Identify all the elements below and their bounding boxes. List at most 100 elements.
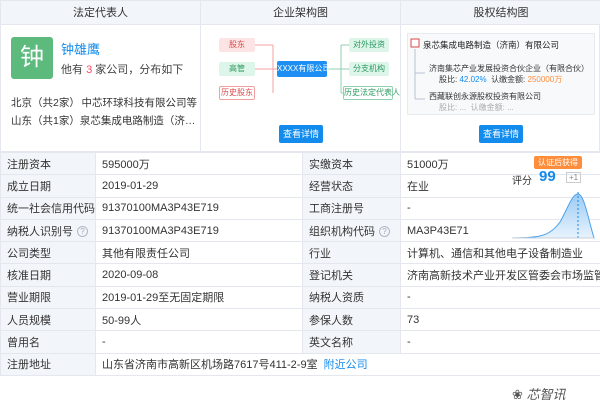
field-value-text: - — [407, 291, 411, 304]
field-label-text: 英文名称 — [309, 337, 353, 350]
field-label-text: 实缴资本 — [309, 158, 353, 171]
region-row-shandong[interactable]: 山东（共1家） 泉芯集成电路制造（济...等 — [11, 113, 197, 128]
field-label: 工商注册号 — [302, 196, 401, 220]
legal-rep-panel: 法定代表人 钟 钟雄鹰 他有 3 家公司，分布如下 北京（共2家） 中芯环球科技… — [1, 1, 201, 153]
equity-panel: 股权结构图 泉芯集成电路制造（济南）有限公司 济南集芯产业发展投资合伙企业（有限… — [401, 1, 600, 153]
org-node-history-shareholder: 历史股东 — [219, 86, 255, 100]
legal-rep-title: 法定代表人 — [1, 1, 200, 25]
field-value-text: 2019-01-29 — [102, 179, 159, 192]
field-label-text: 行业 — [309, 247, 331, 260]
region-label: 山东（共1家） — [11, 115, 80, 127]
field-value-text: 其他有限责任公司 — [102, 247, 190, 260]
org-title: 企业架构图 — [201, 1, 400, 25]
equity-holder2-name: 西藏联创永源股权投资有限公司 — [429, 92, 541, 101]
field-value: - — [400, 285, 600, 310]
org-node-executive: 高管 — [219, 62, 255, 76]
field-value: 2019-01-29至无固定期限 — [95, 285, 303, 310]
field-value: 济南高新技术产业开发区管委会市场监管局 — [400, 263, 600, 287]
company-count[interactable]: 3 — [86, 64, 92, 76]
org-node-investment: 对外投资 — [349, 38, 389, 52]
field-label: 营业期限 — [0, 285, 96, 310]
wechat-icon: ❀ — [512, 387, 523, 402]
table-row: 公司类型 其他有限责任公司 行业 计算机、通信和其他电子设备制造业 — [0, 241, 600, 265]
field-label-text: 经营状态 — [309, 180, 353, 193]
field-label-text: 参保人数 — [309, 314, 353, 327]
field-label-text: 营业期限 — [7, 292, 51, 305]
legal-rep-desc: 他有 3 家公司，分布如下 — [61, 64, 184, 76]
field-value: 2020-09-08 — [95, 263, 303, 287]
field-label-text: 曾用名 — [7, 337, 40, 350]
field-label: 登记机关 — [302, 263, 401, 287]
field-value: 计算机、通信和其他电子设备制造业 — [400, 241, 600, 265]
field-value-text: 51000万 — [407, 158, 449, 171]
field-label-text: 注册资本 — [7, 158, 51, 171]
org-node-branch: 分支机构 — [349, 62, 389, 76]
table-row: 核准日期 2020-09-08 登记机关 济南高新技术产业开发区管委会市场监管局 — [0, 263, 600, 287]
equity-detail-button[interactable]: 查看详情 — [479, 125, 523, 143]
table-row: 人员规模 50-99人 参保人数 73 — [0, 308, 600, 332]
field-label: 注册资本 — [0, 151, 96, 176]
field-label: 纳税人资质 — [302, 285, 401, 310]
field-label: 核准日期 — [0, 263, 96, 287]
field-value: 595000万 — [95, 151, 303, 176]
field-value-text: 计算机、通信和其他电子设备制造业 — [407, 247, 583, 260]
field-value: - — [400, 330, 600, 354]
field-value-text: 2019-01-29至无固定期限 — [102, 292, 225, 305]
field-label: 实缴资本 — [302, 151, 401, 176]
score-plus: +1 — [566, 172, 582, 183]
region-row-beijing[interactable]: 北京（共2家） 中芯环球科技有限公司等 — [11, 95, 197, 110]
equity-top-company: 泉芯集成电路制造（济南）有限公司 — [423, 40, 560, 50]
org-panel: 企业架构图 股东 高管 历史股东 XXXX有限公司 对外投资 分支机构 历史法定… — [201, 1, 401, 153]
field-label-text: 登记机关 — [309, 270, 353, 283]
field-label-text: 公司类型 — [7, 247, 51, 260]
field-value: 91370100MA3P43E719 — [95, 196, 303, 220]
table-row: 注册地址 山东省济南市高新区机场路7617号411-2-9室 附近公司 — [0, 352, 600, 376]
field-value: 2019-01-29 — [95, 174, 303, 198]
field-value: 其他有限责任公司 — [95, 241, 303, 265]
region-label: 北京（共2家） — [11, 97, 80, 109]
field-value-text: MA3P43E71 — [407, 224, 469, 237]
score-value: 99 — [539, 168, 556, 185]
field-label: 成立日期 — [0, 174, 96, 198]
field-label-text: 统一社会信用代码 — [7, 203, 95, 216]
help-circle-icon[interactable]: ? — [77, 226, 88, 238]
field-value-text: 山东省济南市高新区机场路7617号411-2-9室 — [102, 359, 318, 372]
score-label: 评分 — [512, 176, 532, 187]
field-label-text: 人员规模 — [7, 314, 51, 327]
field-label: 统一社会信用代码? — [0, 196, 96, 220]
field-label: 英文名称 — [302, 330, 401, 354]
field-label: 经营状态 — [302, 174, 401, 198]
field-label: 行业 — [302, 241, 401, 265]
field-value-text: 73 — [407, 313, 420, 326]
avatar: 钟 — [11, 37, 53, 79]
top-panels: 法定代表人 钟 钟雄鹰 他有 3 家公司，分布如下 北京（共2家） 中芯环球科技… — [0, 0, 600, 153]
field-label-text: 核准日期 — [7, 270, 51, 283]
equity-holder1-name: 济南集芯产业发展投资合伙企业（有限合伙） — [429, 64, 589, 73]
nearby-companies-link[interactable]: 附近公司 — [324, 359, 368, 371]
table-row: 曾用名 - 英文名称 - — [0, 330, 600, 354]
field-label: 曾用名 — [0, 330, 96, 354]
legal-rep-name[interactable]: 钟雄鹰 — [61, 39, 100, 58]
equity-holder1-stats: 股比: 42.02% 认缴金额: 250000万 — [439, 75, 563, 84]
field-value-text: 2020-09-08 — [102, 269, 159, 282]
field-label: 纳税人识别号? — [0, 218, 96, 243]
score-card[interactable]: 认证后获得 评分 99 +1 — [508, 154, 598, 242]
field-value-text: - — [102, 336, 106, 349]
region-company: 泉芯集成电路制造（济...等 — [79, 115, 197, 127]
wechat-watermark: ❀ 芯智讯 — [512, 387, 566, 402]
field-value: 91370100MA3P43E719 — [95, 218, 303, 243]
score-distribution-curve — [511, 192, 595, 239]
field-value: - — [95, 330, 303, 354]
field-label-text: 工商注册号 — [309, 203, 364, 216]
field-label: 人员规模 — [0, 308, 96, 332]
field-label: 注册地址 — [0, 352, 96, 376]
org-diagram[interactable]: 股东 高管 历史股东 XXXX有限公司 对外投资 分支机构 历史法定代表人 — [209, 33, 400, 111]
field-label-text: 纳税人资质 — [309, 292, 364, 305]
org-detail-button[interactable]: 查看详情 — [279, 125, 323, 143]
field-value-text: - — [407, 202, 411, 215]
field-value-text: 在业 — [407, 180, 429, 193]
org-node-history-rep: 历史法定代表人 — [343, 86, 400, 100]
field-label: 参保人数 — [302, 308, 401, 332]
field-label-text: 注册地址 — [7, 359, 51, 372]
help-circle-icon[interactable]: ? — [379, 226, 390, 238]
